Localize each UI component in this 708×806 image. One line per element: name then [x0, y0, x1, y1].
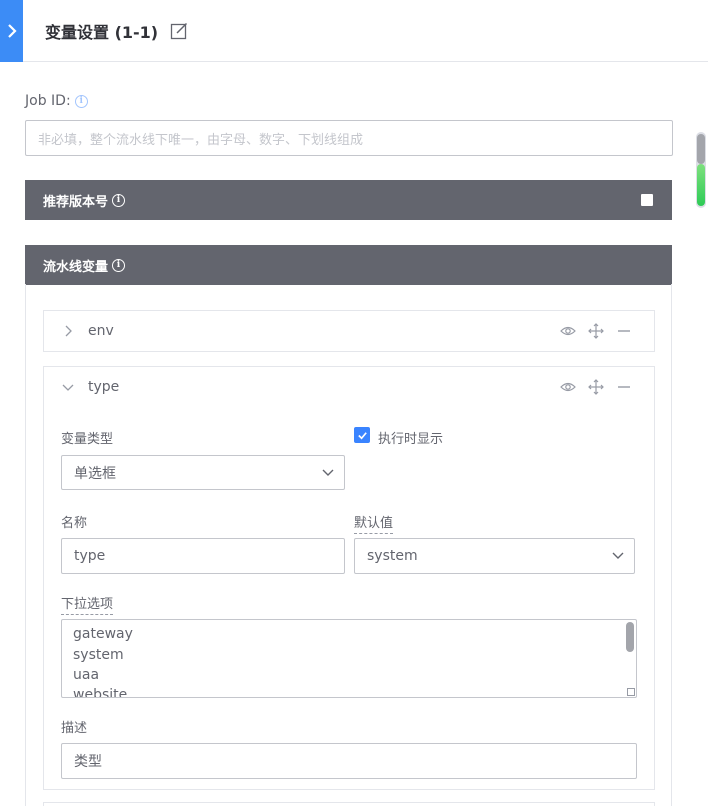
name-input[interactable]: type: [61, 538, 345, 574]
show-on-run-checkbox[interactable]: [354, 427, 370, 443]
panel-header: 变量设置 (1-1): [23, 0, 708, 62]
info-icon[interactable]: i: [112, 193, 126, 207]
check-icon: [357, 431, 367, 439]
resize-grip-icon[interactable]: [627, 688, 635, 696]
show-on-run-label: 执行时显示: [378, 432, 444, 447]
var-card-tools: [560, 323, 632, 339]
description-label: 描述: [61, 721, 88, 736]
minus-icon[interactable]: [616, 323, 632, 339]
name-label: 名称: [61, 516, 88, 531]
recommend-version-label: 推荐版本号: [43, 194, 109, 210]
chevron-down-icon: [612, 552, 624, 559]
info-icon[interactable]: i: [74, 94, 88, 108]
move-icon[interactable]: [588, 379, 604, 395]
option-line: gateway: [73, 626, 133, 642]
var-card-tools: [560, 379, 632, 395]
name-value: type: [74, 548, 106, 564]
default-value-label: 默认值: [354, 512, 394, 534]
default-value-select[interactable]: system: [354, 538, 635, 574]
chevron-right-icon: [7, 24, 17, 38]
option-line: uaa: [73, 667, 100, 683]
panel-collapse-button[interactable]: [0, 0, 23, 62]
var-type-select[interactable]: 单选框: [61, 455, 345, 490]
page-title: 变量设置 (1-1): [45, 22, 159, 42]
description-input[interactable]: 类型: [61, 743, 637, 779]
var-card-type: type: [43, 366, 655, 790]
pipeline-vars-label: 流水线变量: [43, 259, 109, 275]
scrollbar-progress: [697, 164, 705, 206]
var-type-label: 变量类型: [61, 432, 114, 447]
default-value: system: [367, 548, 418, 564]
minus-icon[interactable]: [616, 379, 632, 395]
eye-icon[interactable]: [560, 323, 576, 339]
description-value: 类型: [74, 754, 102, 770]
chevron-right-icon[interactable]: [62, 325, 74, 337]
info-icon[interactable]: i: [112, 258, 126, 272]
option-line: website: [73, 687, 128, 698]
chevron-down-icon: [322, 469, 334, 476]
recommend-version-bar: 推荐版本号 i: [25, 180, 672, 220]
var-name: type: [88, 379, 120, 395]
option-line: system: [73, 647, 124, 663]
job-id-label-text: Job ID:: [25, 93, 71, 109]
move-icon[interactable]: [588, 323, 604, 339]
var-type-value: 单选框: [74, 465, 116, 482]
page-scrollbar[interactable]: [696, 132, 706, 208]
pipeline-vars-bar: 流水线变量 i: [25, 245, 672, 285]
job-id-label: Job ID: i: [25, 93, 88, 109]
options-textarea[interactable]: gateway system uaa website: [61, 619, 637, 698]
edit-icon[interactable]: [170, 22, 188, 40]
var-card-env: env: [43, 310, 655, 352]
eye-icon[interactable]: [560, 379, 576, 395]
textarea-scrollbar-thumb[interactable]: [626, 622, 634, 652]
chevron-down-icon[interactable]: [62, 381, 74, 393]
job-id-placeholder: 非必填，整个流水线下唯一，由字母、数字、下划线组成: [38, 132, 364, 148]
job-id-input[interactable]: 非必填，整个流水线下唯一，由字母、数字、下划线组成: [25, 120, 673, 156]
var-card-next: [43, 802, 655, 806]
scrollbar-thumb[interactable]: [697, 134, 705, 164]
options-label: 下拉选项: [61, 593, 114, 615]
recommend-version-checkbox[interactable]: [641, 194, 653, 206]
var-name: env: [88, 323, 114, 339]
